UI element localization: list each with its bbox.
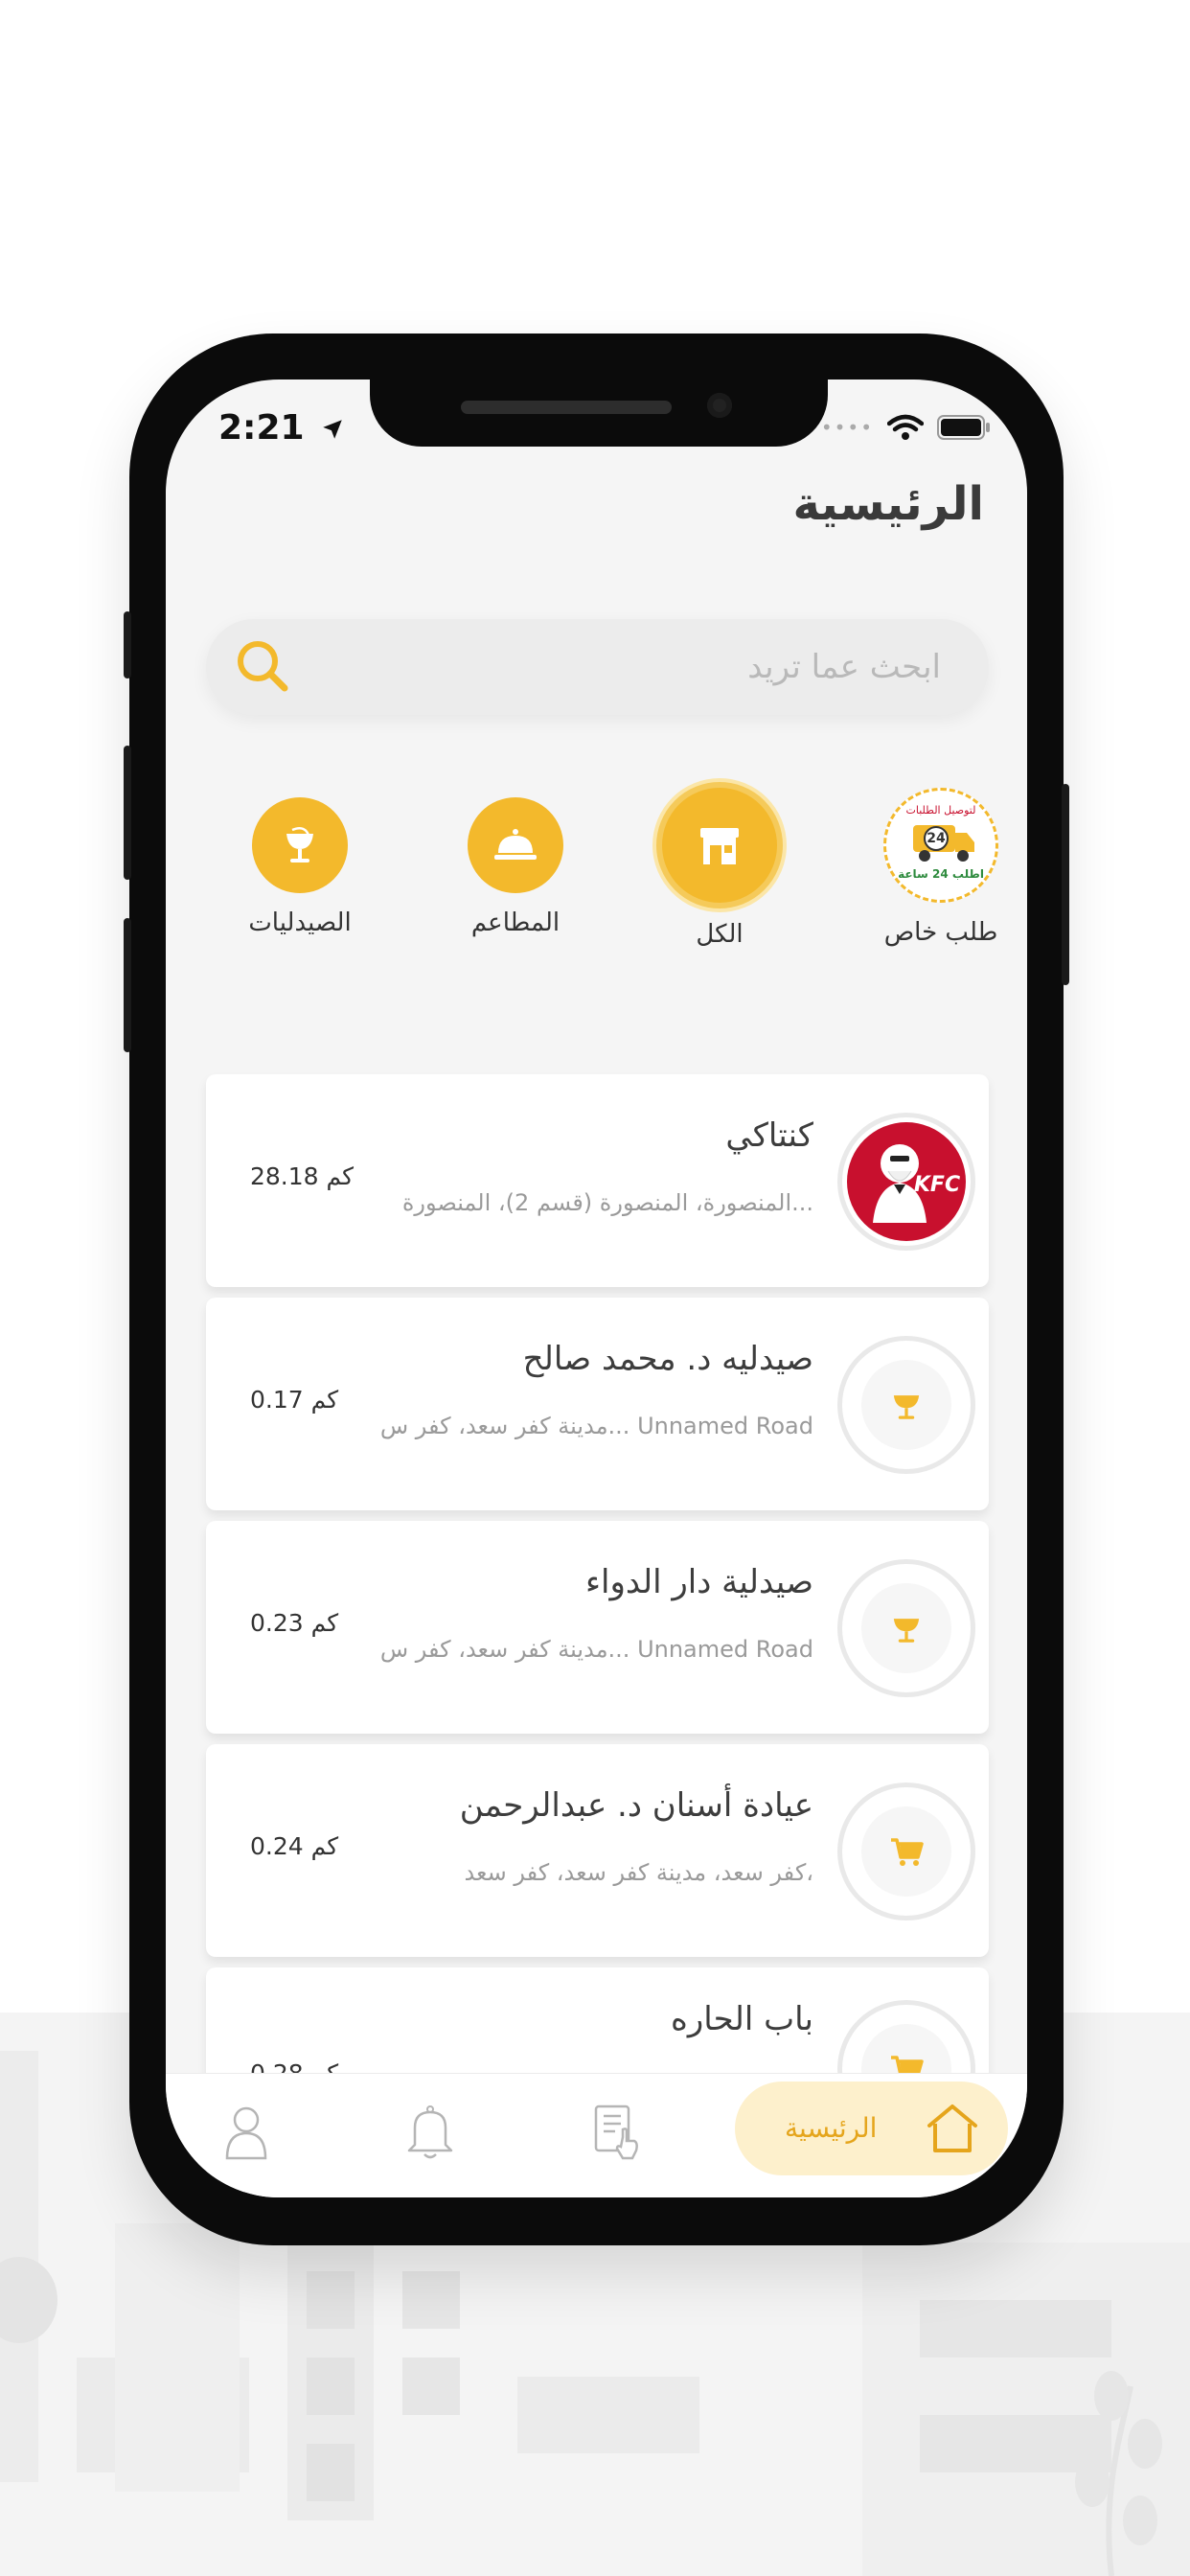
app-store-screenshot: 2:21 •••• الرئيسية ابحث عما تريد لتوصيل … [0,0,1190,2576]
place-name: كنتاكي [725,1116,813,1155]
speaker [461,401,672,414]
volume-down-button [124,918,131,1052]
place-card[interactable]: صيدليه د. محمد صالح مدينة كفر سعد، كفر س… [206,1298,989,1510]
notch [370,380,828,447]
place-card[interactable]: صيدلية دار الدواء مدينة كفر سعد، كفر س..… [206,1521,989,1734]
tab-home-label: الرئيسية [785,2112,878,2144]
place-logo: KFC [837,1113,975,1251]
search-input[interactable]: ابحث عما تريد [747,648,941,686]
cart-icon [891,1838,924,1866]
special-order-24h-icon: لتوصيل الطلبات 24 اطلب 24 ساعة [883,788,998,903]
category-label: الصيدليات [248,908,352,937]
place-distance: 0.17 كم [250,1386,339,1414]
place-address: كفر سعد، مدينة كفر سعد، كفر سعد، [464,1859,813,1886]
tab-home[interactable]: الرئيسية [735,2082,1008,2175]
category-restaurants[interactable]: المطاعم [424,782,606,937]
place-logo [837,1782,975,1920]
power-button [1062,784,1069,985]
location-arrow-icon [323,420,342,439]
volume-up-button [124,746,131,880]
place-name: صيدلية دار الدواء [585,1563,813,1601]
bell-icon [407,2105,453,2159]
camera [707,393,732,418]
tab-notifications[interactable] [405,2103,455,2164]
store-icon [656,782,783,908]
tab-bar: الرئيسية [166,2073,1027,2197]
badge-top-text: لتوصيل الطلبات [905,804,976,816]
category-label: طلب خاص [883,918,998,947]
place-card[interactable]: عيادة أسنان د. عبدالرحمن كفر سعد، مدينة … [206,1744,989,1957]
place-logo [837,1559,975,1697]
signal-dots-icon: •••• [820,416,874,439]
place-distance: 28.18 كم [250,1162,355,1190]
place-address: مدينة كفر سعد، كفر س... Unnamed Road [379,1413,813,1439]
place-logo [837,1336,975,1474]
badge-text: اطلب 24 ساعة [898,867,984,881]
search-bar[interactable]: ابحث عما تريد [206,619,989,715]
place-address: المنصورة، المنصورة (قسم 2)، المنصورة... [401,1189,813,1216]
status-time: 2:21 [218,408,345,448]
badge-number: 24 [927,831,946,846]
category-pharmacies[interactable]: الصيدليات [209,782,391,937]
home-icon [927,2104,977,2152]
mute-switch [124,611,131,678]
user-icon [225,2106,267,2160]
page-title: الرئيسية [792,477,985,531]
place-name: صيدليه د. محمد صالح [522,1340,813,1378]
kfc-text: KFC [914,1173,960,1197]
status-icons: •••• [821,414,991,441]
tab-profile[interactable] [223,2103,269,2164]
place-address: مدينة كفر سعد، كفر س... Unnamed Road [379,1636,813,1663]
food-cloche-icon [468,797,563,893]
orders-list-icon [594,2104,638,2160]
place-name: باب الحاره [671,2000,813,2038]
phone-frame: 2:21 •••• الرئيسية ابحث عما تريد لتوصيل … [124,334,1069,2245]
app-screen: 2:21 •••• الرئيسية ابحث عما تريد لتوصيل … [166,380,1027,2197]
category-label: الكل [696,920,744,949]
place-distance: 0.24 كم [250,1832,339,1860]
category-special-order[interactable]: لتوصيل الطلبات 24 اطلب 24 ساعة طلب خاص [850,782,1027,947]
kfc-logo: KFC [847,1122,966,1241]
category-all[interactable]: الكل [629,782,811,949]
place-name: عيادة أسنان د. عبدالرحمن [459,1786,813,1825]
battery-icon [937,415,990,440]
search-icon[interactable] [233,636,294,698]
tab-orders[interactable] [592,2103,642,2164]
category-label: المطاعم [470,908,561,937]
pharmacy-icon [893,1619,920,1643]
place-distance: 0.23 كم [250,1609,339,1637]
category-row: لتوصيل الطلبات 24 اطلب 24 ساعة طلب خاص ا… [166,782,1027,964]
pharmacy-icon [893,1395,920,1419]
pharmacy-icon [252,797,348,893]
wifi-icon [887,414,924,440]
place-card[interactable]: KFC كنتاكي المنصورة، المنصورة (قسم 2)، ا… [206,1074,989,1287]
